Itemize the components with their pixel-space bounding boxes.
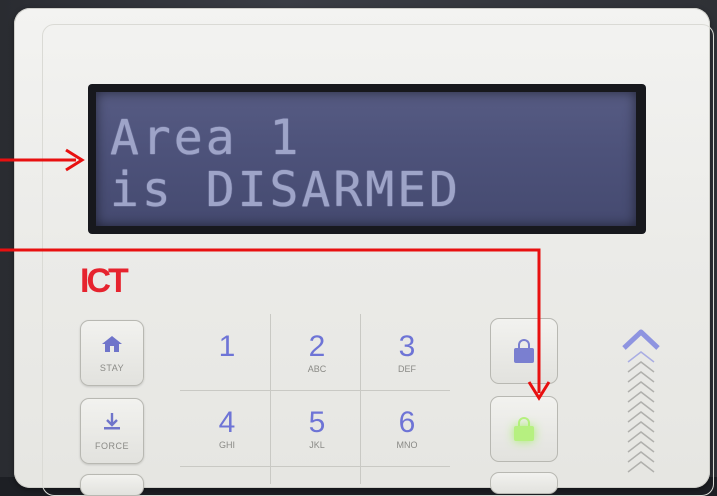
arrow-to-disarm-button <box>0 248 551 401</box>
function-button-3[interactable] <box>80 474 144 496</box>
arrow-to-display <box>0 148 85 172</box>
annotation-arrows <box>0 148 551 401</box>
